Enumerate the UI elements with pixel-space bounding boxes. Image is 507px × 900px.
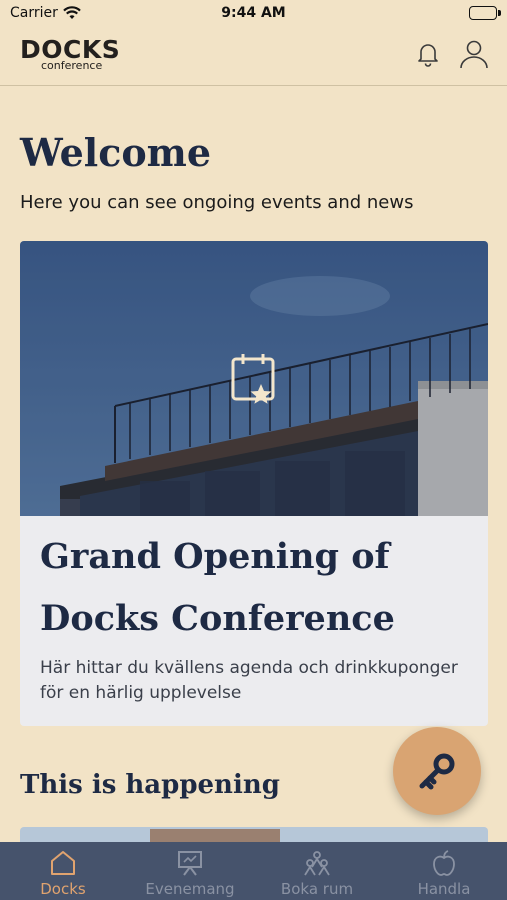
tab-bar: Docks Evenemang Boka rum Handla [0,842,507,900]
presentation-icon [176,849,204,877]
tab-boka-rum[interactable]: Boka rum [254,842,380,900]
key-button[interactable] [393,727,481,815]
key-icon [419,753,455,790]
people-icon [303,849,331,877]
tab-label-evenemang: Evenemang [145,880,235,898]
docks-logo[interactable]: DOCKS conference [20,36,120,72]
app-header: DOCKS conference [0,30,507,86]
home-icon [49,849,77,877]
tab-docks[interactable]: Docks [0,842,126,900]
bell-icon[interactable] [416,41,440,67]
calendar-star-icon [230,351,280,407]
tab-evenemang[interactable]: Evenemang [127,842,253,900]
status-time: 9:44 AM [221,5,286,21]
section-title: This is happening [20,770,280,800]
tab-label-boka-rum: Boka rum [280,880,354,898]
page-title: Welcome [20,130,212,175]
tab-handla[interactable]: Handla [381,842,507,900]
event-card[interactable]: Grand Opening of Docks Conference Här hi… [20,241,488,726]
event-title: Grand Opening of Docks Conference [40,536,395,639]
tab-label-docks: Docks [40,880,86,898]
profile-icon[interactable] [458,38,490,70]
page-subtitle: Here you can see ongoing events and news [20,192,414,213]
tab-label-handla: Handla [417,880,471,898]
battery-icon [469,6,501,20]
status-bar: Carrier 9:44 AM [0,0,507,30]
apple-icon [430,849,458,877]
event-description: Här hittar du kvällens agenda och drinkk… [40,658,458,703]
